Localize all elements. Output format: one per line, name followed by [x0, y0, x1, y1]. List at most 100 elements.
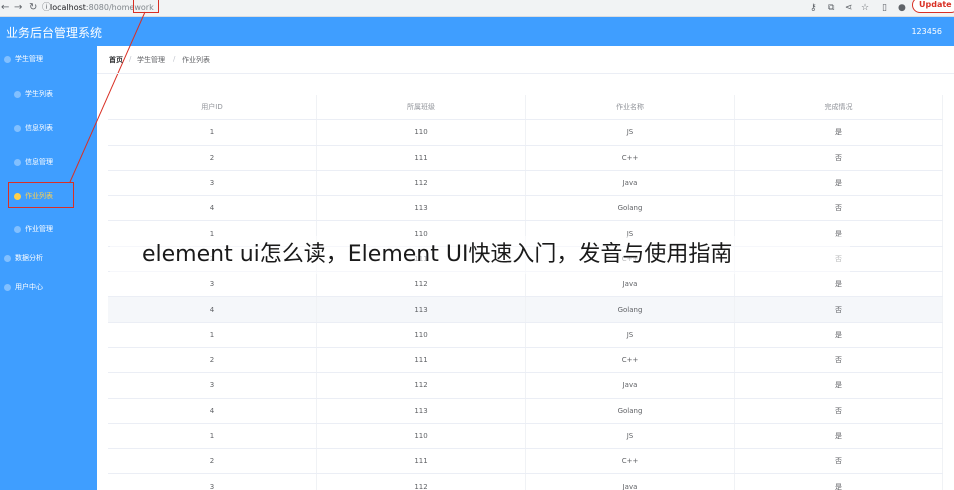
sidebar-item-data-analysis[interactable]: 数据分析: [4, 251, 43, 265]
sidebar: 学生管理 学生列表 信息列表 信息管理 作业列表 作业管理 数据分析 用户中心: [0, 46, 97, 490]
table-row[interactable]: 1 110 JS 是: [108, 322, 943, 348]
table-cell: JS: [526, 423, 735, 449]
table-cell: Java: [526, 272, 735, 297]
translate-icon[interactable]: ⧉: [828, 1, 834, 15]
list-icon: [14, 90, 21, 98]
table-header: 用户ID 所属班级 作业名称 完成情况: [108, 95, 943, 121]
browser-toolbar: ← → ↻ ⓘ localhost:8080/homework ⚷ ⧉ ⋖ ☆ …: [0, 0, 954, 17]
table-cell: 2: [108, 449, 317, 474]
table-cell: 1: [108, 322, 317, 347]
breadcrumb-home[interactable]: 首页: [109, 55, 123, 65]
table-cell: 111: [317, 145, 526, 170]
breadcrumb-item[interactable]: 学生管理: [137, 55, 165, 65]
sidebar-item-label: 数据分析: [15, 254, 43, 262]
table-cell: 是: [735, 272, 943, 297]
bookmark-star-icon[interactable]: ☆: [861, 1, 869, 15]
update-button[interactable]: Update: [912, 0, 954, 13]
sidebar-item-label: 作业管理: [25, 225, 53, 233]
table-row[interactable]: 2111C++否: [108, 449, 943, 475]
share-icon[interactable]: ⋖: [845, 1, 853, 15]
reload-icon[interactable]: ↻: [29, 1, 37, 15]
table-cell: 113: [317, 196, 526, 221]
sidebar-item-label: 学生管理: [15, 55, 43, 63]
table-cell: 否: [735, 398, 943, 423]
table-cell: 2: [108, 347, 317, 373]
table-cell: Golang: [526, 297, 735, 322]
url-host: localhost: [50, 3, 86, 12]
profile-icon[interactable]: ●: [898, 1, 906, 15]
table-row[interactable]: 3 112 Java 是: [108, 474, 943, 490]
user-name[interactable]: 123456: [911, 27, 942, 36]
table-cell: 110: [317, 423, 526, 449]
table-cell: 3: [108, 272, 317, 297]
chart-icon: [4, 254, 11, 262]
sidebar-item-info-management[interactable]: 信息管理: [14, 155, 53, 169]
sidebar-item-info-list[interactable]: 信息列表: [14, 121, 53, 135]
table-cell: C++: [526, 449, 735, 474]
folder-icon: [4, 55, 11, 63]
table-cell: 1: [108, 423, 317, 449]
table-row[interactable]: 1 110 JS 是: [108, 423, 943, 450]
table-row[interactable]: 3 112 Java 是: [108, 170, 943, 197]
key-icon[interactable]: ⚷: [810, 1, 817, 15]
sidebar-item-label: 信息管理: [25, 158, 53, 166]
homework-table: 用户ID 所属班级 作业名称 完成情况 1 110 JS 是 2 111 C++ 否 3 112 J…: [108, 95, 943, 490]
table-body: 1 110 JS 是 2 111 C++ 否 3 112 Java 是 4 113 Golang 否 1 110 J…: [108, 120, 943, 490]
table-cell: 110: [317, 322, 526, 347]
back-icon[interactable]: ←: [1, 1, 9, 15]
sidebar-item-student-management[interactable]: 学生管理: [4, 52, 43, 66]
column-header: 用户ID: [108, 95, 317, 120]
sidepanel-icon[interactable]: ▯: [882, 1, 887, 15]
table-cell: 2: [108, 145, 317, 170]
table-cell: 113: [317, 297, 526, 322]
list-icon: [14, 158, 21, 166]
breadcrumb-separator: /: [173, 55, 176, 63]
table-cell: 4: [108, 297, 317, 322]
table-row[interactable]: 4 113 Golang 否: [108, 398, 943, 424]
overlay-caption: element ui怎么读，Element UI快速入门，发音与使用指南: [110, 236, 850, 274]
table-cell: Java: [526, 474, 735, 490]
table-cell: 113: [317, 398, 526, 423]
table-row[interactable]: 4 113 Golang 否: [108, 196, 943, 222]
table-cell: JS: [526, 120, 735, 145]
app-title: 业务后台管理系统: [6, 26, 103, 40]
table-row[interactable]: 3 112 Java 是: [108, 373, 943, 399]
breadcrumb: 首页 / 学生管理 / 作业列表: [97, 46, 954, 74]
sidebar-item-student-list[interactable]: 学生列表: [14, 87, 53, 101]
table-cell: 否: [735, 449, 943, 474]
table-cell: 111: [317, 449, 526, 474]
table-cell: 4: [108, 398, 317, 423]
list-icon: [14, 124, 21, 132]
table-cell: JS: [526, 322, 735, 347]
sidebar-item-homework-management[interactable]: 作业管理: [14, 222, 53, 236]
sidebar-item-label: 用户中心: [15, 283, 43, 291]
table-cell: C++: [526, 347, 735, 373]
breadcrumb-current: 作业列表: [182, 56, 210, 64]
table-cell: 是: [735, 423, 943, 449]
table-cell: 111: [317, 347, 526, 373]
table-cell: 是: [735, 120, 943, 145]
table-cell: 是: [735, 474, 943, 490]
table-row[interactable]: 2111C++否: [108, 347, 943, 374]
table-cell: 112: [317, 373, 526, 398]
table-cell: Java: [526, 373, 735, 398]
app-header: 业务后台管理系统 123456: [0, 17, 954, 46]
column-header: 作业名称: [526, 95, 735, 120]
forward-icon[interactable]: →: [14, 1, 22, 15]
table-cell: 否: [735, 297, 943, 322]
column-header: 完成情况: [735, 95, 943, 120]
table-cell: 3: [108, 474, 317, 490]
table-cell: 是: [735, 373, 943, 398]
table-cell: 否: [735, 145, 943, 170]
table-cell: 3: [108, 373, 317, 398]
table-cell: 4: [108, 196, 317, 221]
table-row[interactable]: 3 112 Java 是: [108, 272, 943, 298]
url-annotation-box: [133, 0, 159, 13]
column-header: 所属班级: [317, 95, 526, 120]
table-cell: Golang: [526, 196, 735, 221]
sidebar-item-user-center[interactable]: 用户中心: [4, 280, 43, 294]
table-row[interactable]: 2111C++否: [108, 145, 943, 171]
table-cell: 否: [735, 196, 943, 221]
table-row[interactable]: 4 113 Golang 否: [108, 297, 943, 323]
table-row[interactable]: 1 110 JS 是: [108, 120, 943, 146]
